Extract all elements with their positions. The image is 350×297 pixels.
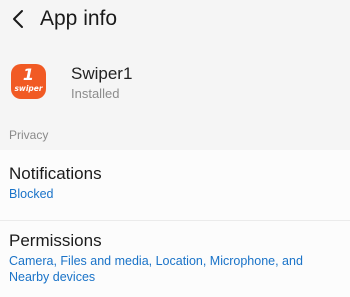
notifications-title: Notifications xyxy=(9,164,102,183)
back-button[interactable] xyxy=(6,6,30,32)
chevron-left-icon xyxy=(13,10,23,28)
privacy-card: Notifications Blocked Permissions Camera… xyxy=(0,150,350,297)
app-icon-text: swiper xyxy=(14,84,43,93)
app-status: Installed xyxy=(71,86,120,101)
privacy-section-label: Privacy xyxy=(9,128,49,142)
permissions-row[interactable]: Permissions Camera, Files and media, Loc… xyxy=(0,221,350,297)
app-icon: 1 swiper xyxy=(11,64,46,99)
permissions-title: Permissions xyxy=(9,231,102,250)
app-icon-number: 1 xyxy=(22,65,35,84)
notifications-row[interactable]: Notifications Blocked xyxy=(0,150,350,220)
app-bar: App info xyxy=(0,0,350,40)
app-name: Swiper1 xyxy=(71,64,133,83)
permissions-value: Camera, Files and media, Location, Micro… xyxy=(9,254,303,284)
notifications-value: Blocked xyxy=(9,187,54,201)
page-title: App info xyxy=(40,7,118,30)
